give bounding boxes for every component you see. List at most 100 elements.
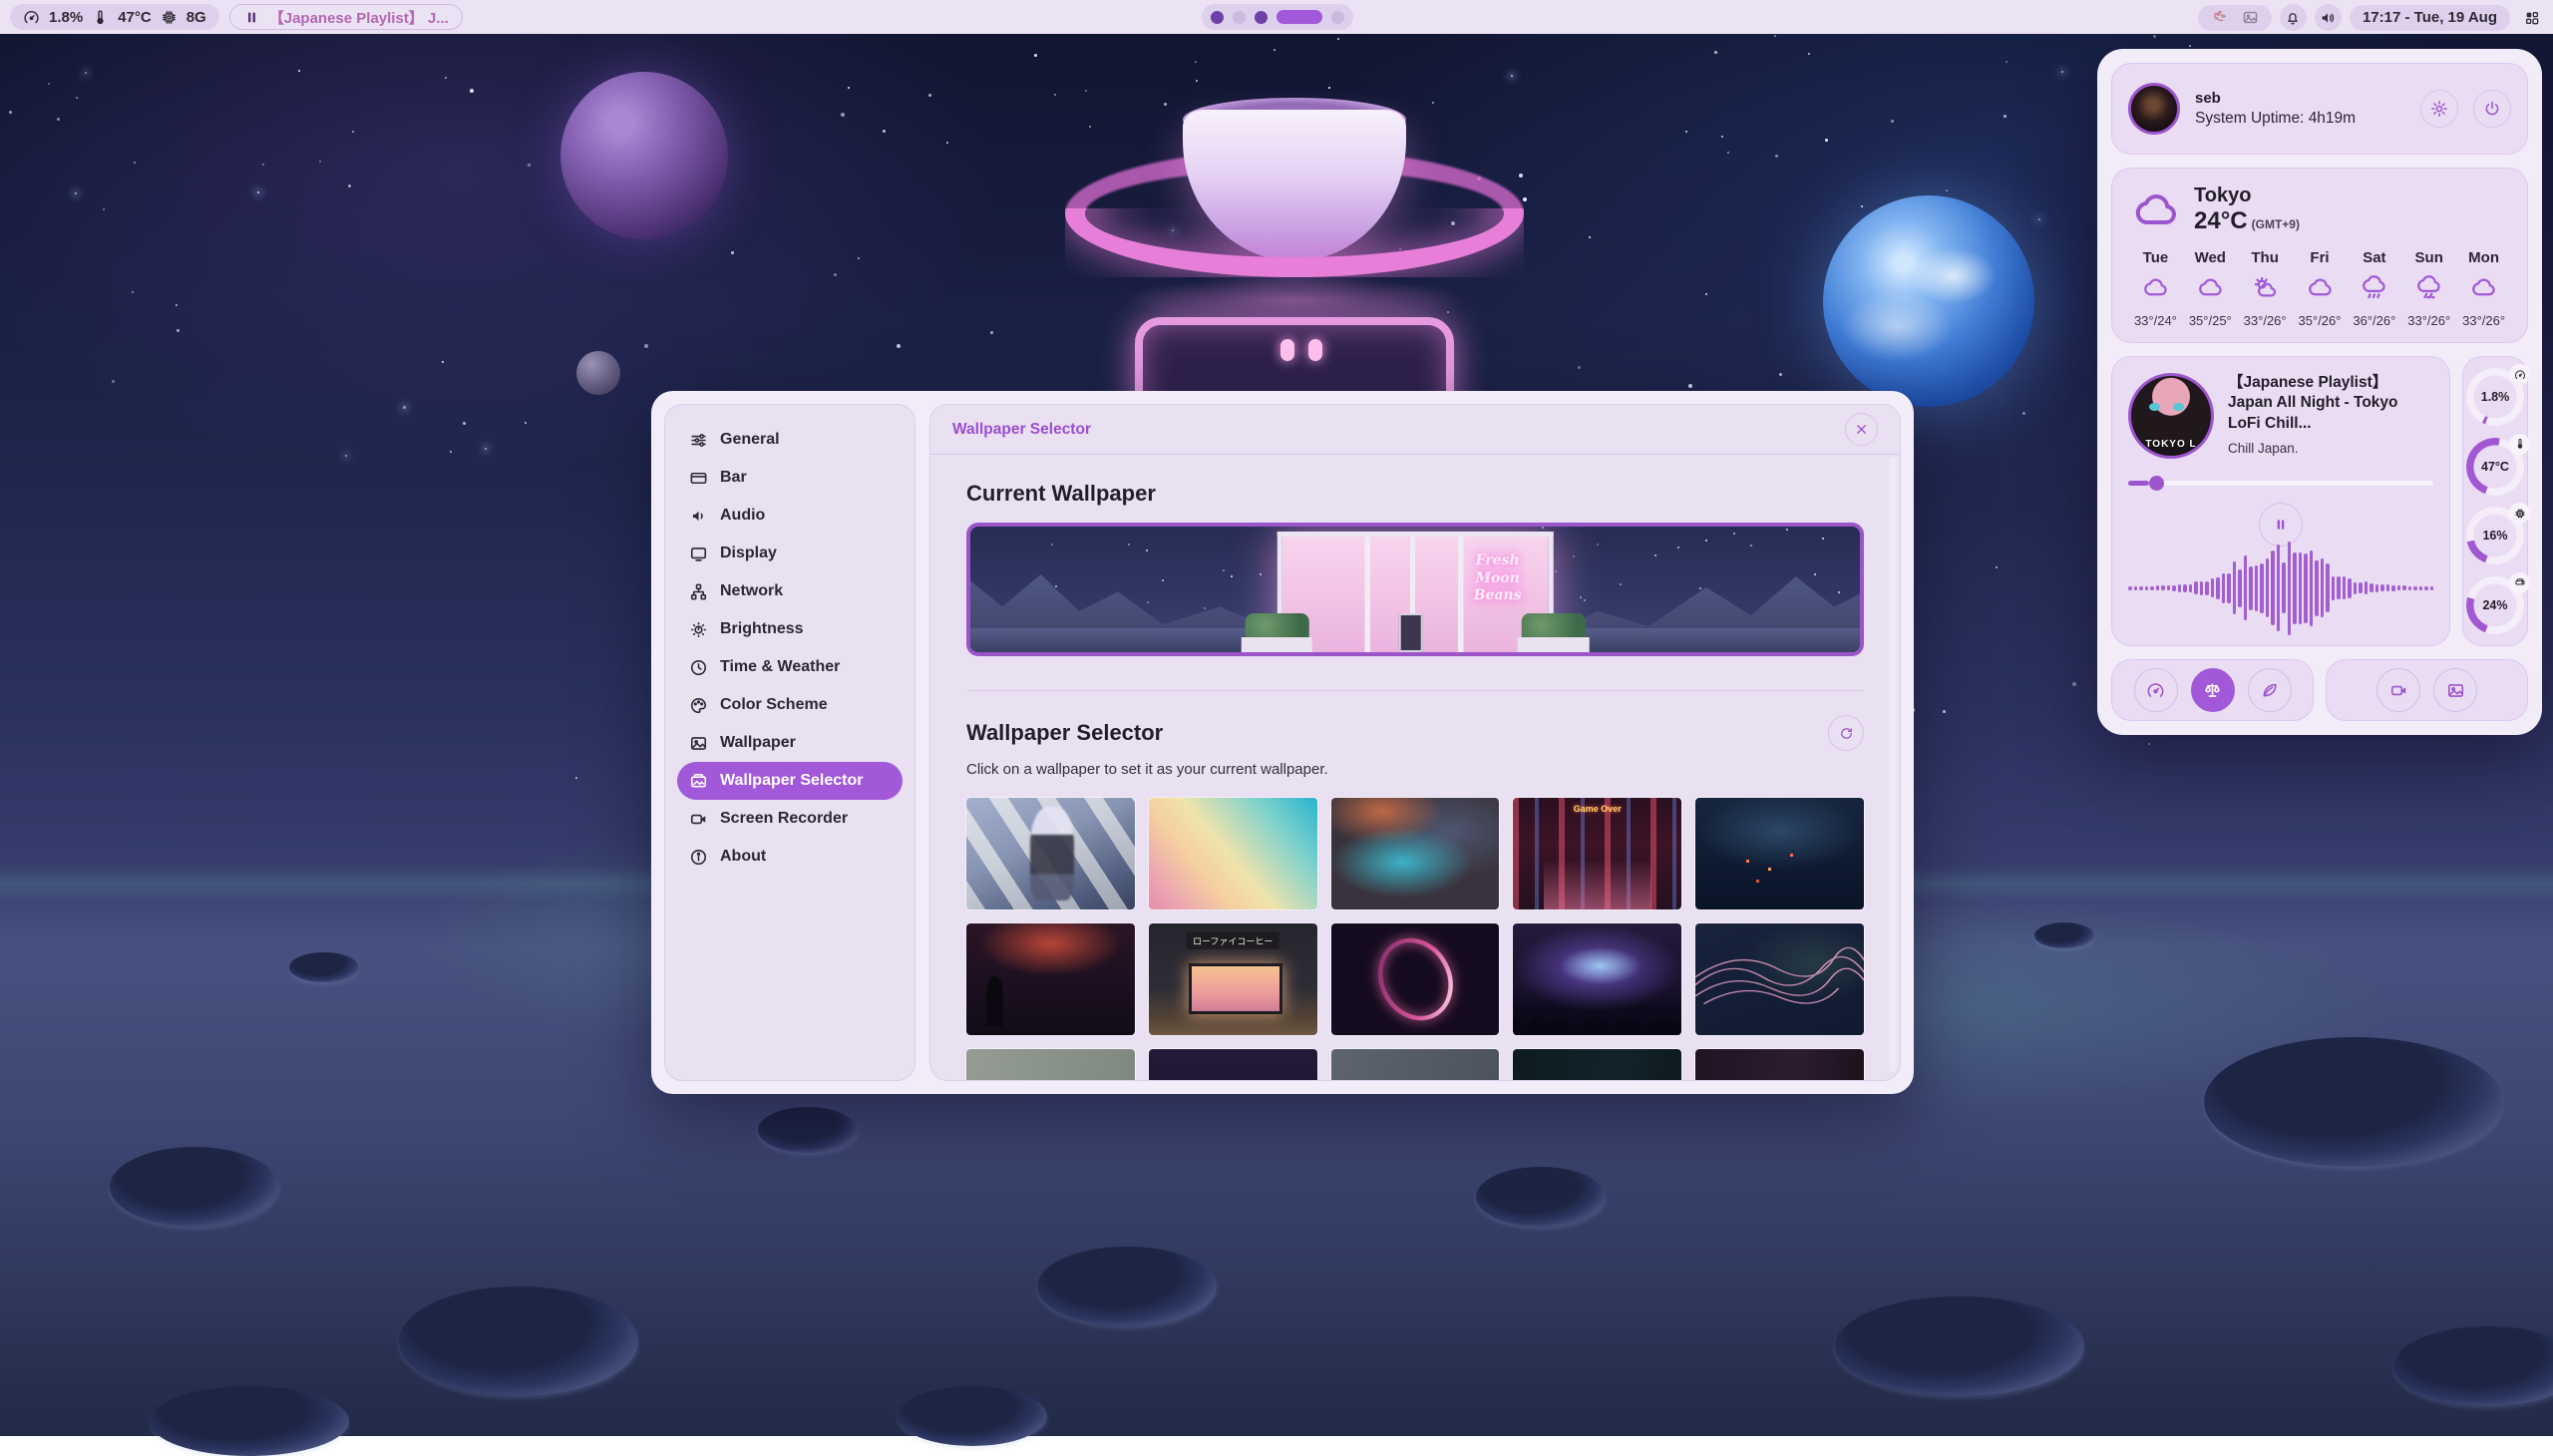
wallpaper-thumb-dark-teal[interactable] <box>1513 1049 1681 1081</box>
workspace-1[interactable] <box>1211 11 1224 24</box>
wallpaper-thumb-nebula-forest[interactable] <box>1513 923 1681 1035</box>
waveform-bar <box>2134 586 2138 590</box>
workspace-4[interactable] <box>1276 10 1322 24</box>
gauge-thermometer: 47°C <box>2466 438 2524 496</box>
star <box>1654 554 1656 556</box>
star <box>1555 570 1557 572</box>
star <box>262 164 264 166</box>
sidebar-item-wallpaper-selector[interactable]: Wallpaper Selector <box>677 762 903 800</box>
wallpaper-thumb-snowy-night-village[interactable] <box>1695 798 1864 910</box>
crater <box>2034 922 2094 948</box>
performance-mode-button[interactable] <box>2134 668 2178 712</box>
video-icon <box>2389 681 2408 700</box>
star <box>1727 152 1729 154</box>
sidebar-item-color-scheme[interactable]: Color Scheme <box>677 686 903 724</box>
thumb-label: Game Over <box>1574 804 1622 814</box>
star <box>1775 155 1778 158</box>
wallpaper-thumb-dark-plum[interactable] <box>1695 1049 1864 1081</box>
window-title: Wallpaper Selector <box>952 421 1845 439</box>
dashboard-launcher-button[interactable] <box>2518 4 2545 31</box>
sidebar-item-wallpaper[interactable]: Wallpaper <box>677 724 903 762</box>
star <box>1891 120 1894 123</box>
wallpaper-thumb-slate-grey[interactable] <box>1331 1049 1500 1081</box>
star <box>1705 540 1707 542</box>
media-chip[interactable]: 【Japanese Playlist】 J... <box>229 4 463 30</box>
star <box>1231 575 1233 577</box>
wallpaper-thumb-pink-mesh-wave[interactable] <box>1695 923 1864 1035</box>
sidebar-item-brightness[interactable]: Brightness <box>677 610 903 648</box>
sidebar-item-bar[interactable]: Bar <box>677 459 903 497</box>
balanced-mode-button[interactable] <box>2191 668 2235 712</box>
workspace-3[interactable] <box>1255 11 1268 24</box>
crater <box>399 1286 638 1396</box>
tray-app-icon[interactable] <box>2211 9 2228 26</box>
sidebar-item-network[interactable]: Network <box>677 572 903 610</box>
wallpaper-thumb-light-ring[interactable] <box>1331 923 1500 1035</box>
wallpaper-thumb-lofi-coffee-shop[interactable]: ローファイコーヒー <box>1149 923 1317 1035</box>
power-button[interactable] <box>2473 90 2511 128</box>
settings-button[interactable] <box>2420 90 2458 128</box>
star <box>2189 45 2191 47</box>
media-progress-slider[interactable] <box>2128 475 2433 491</box>
power-saver-mode-button[interactable] <box>2248 668 2292 712</box>
tray-image-icon[interactable] <box>2242 9 2259 26</box>
forecast-temps: 33°/24° <box>2128 313 2183 328</box>
weather-timezone: (GMT+9) <box>2252 217 2300 231</box>
sidebar-item-about[interactable]: About <box>677 838 903 876</box>
forecast-sun: Sun33°/26° <box>2401 249 2456 328</box>
wallpaper-thumb-ember-forest[interactable] <box>966 923 1135 1035</box>
waveform-bar <box>2348 578 2352 598</box>
wallpaper-button[interactable] <box>2433 668 2477 712</box>
star <box>319 161 321 163</box>
star <box>1584 599 1586 601</box>
star <box>2072 682 2076 686</box>
scrollbar[interactable] <box>1889 457 1897 1072</box>
selector-heading: Wallpaper Selector <box>966 720 1828 746</box>
sidebar-item-general[interactable]: General <box>677 421 903 459</box>
waveform-bar <box>2337 576 2341 599</box>
waveform-bar <box>2150 586 2154 590</box>
crater <box>758 1107 858 1153</box>
slider-knob[interactable] <box>2149 476 2164 491</box>
crater <box>110 1147 279 1227</box>
wallpaper-thumb-pastel-gradient[interactable] <box>1149 798 1317 910</box>
sidebar-item-time-weather[interactable]: Time & Weather <box>677 648 903 686</box>
waveform-bar <box>2288 542 2292 635</box>
close-button[interactable] <box>1845 413 1878 446</box>
video-icon <box>689 810 708 829</box>
wallpaper-thumb-arcade-alley[interactable]: Game Over <box>1513 798 1681 910</box>
workspace-2[interactable] <box>1233 11 1246 24</box>
crater <box>898 1386 1047 1446</box>
refresh-button[interactable] <box>1828 715 1864 751</box>
workspace-5[interactable] <box>1331 11 1344 24</box>
wallpaper-thumb-anime-crosswalk[interactable] <box>966 798 1135 910</box>
cloud-icon <box>2142 274 2169 301</box>
screen-recorder-button[interactable] <box>2376 668 2420 712</box>
waveform-bar <box>2189 584 2193 592</box>
waveform-bar <box>2408 586 2412 590</box>
wallpaper-thumb-blur-aurora[interactable] <box>1331 798 1500 910</box>
sidebar-item-screen-recorder[interactable]: Screen Recorder <box>677 800 903 838</box>
star <box>1204 607 1206 609</box>
album-art-text: TOKYO L <box>2131 439 2211 450</box>
wallpaper-thumb-sage-grey[interactable] <box>966 1049 1135 1081</box>
volume-button[interactable] <box>2315 4 2342 31</box>
workspace-indicator[interactable] <box>1202 4 1353 30</box>
star <box>9 111 12 114</box>
system-uptime: System Uptime: 4h19m <box>2195 110 2405 128</box>
clock-pill[interactable]: 17:17 - Tue, 19 Aug <box>2350 5 2510 31</box>
weather-forecast: Tue33°/24°Wed35°/25°Thu33°/26°Fri35°/26°… <box>2128 249 2511 328</box>
wallpaper-thumb-autumn-grove[interactable] <box>1149 1049 1317 1081</box>
star <box>470 89 474 93</box>
notifications-button[interactable] <box>2280 4 2307 31</box>
waveform-bar <box>2222 573 2226 603</box>
star <box>528 164 531 167</box>
waveform-bar <box>2310 550 2314 626</box>
cpu-usage: 1.8% <box>49 9 83 26</box>
star <box>112 380 115 383</box>
star <box>1328 87 1330 89</box>
pause-button[interactable] <box>2259 503 2303 546</box>
sidebar-item-audio[interactable]: Audio <box>677 497 903 535</box>
star <box>848 87 850 89</box>
sidebar-item-display[interactable]: Display <box>677 535 903 572</box>
